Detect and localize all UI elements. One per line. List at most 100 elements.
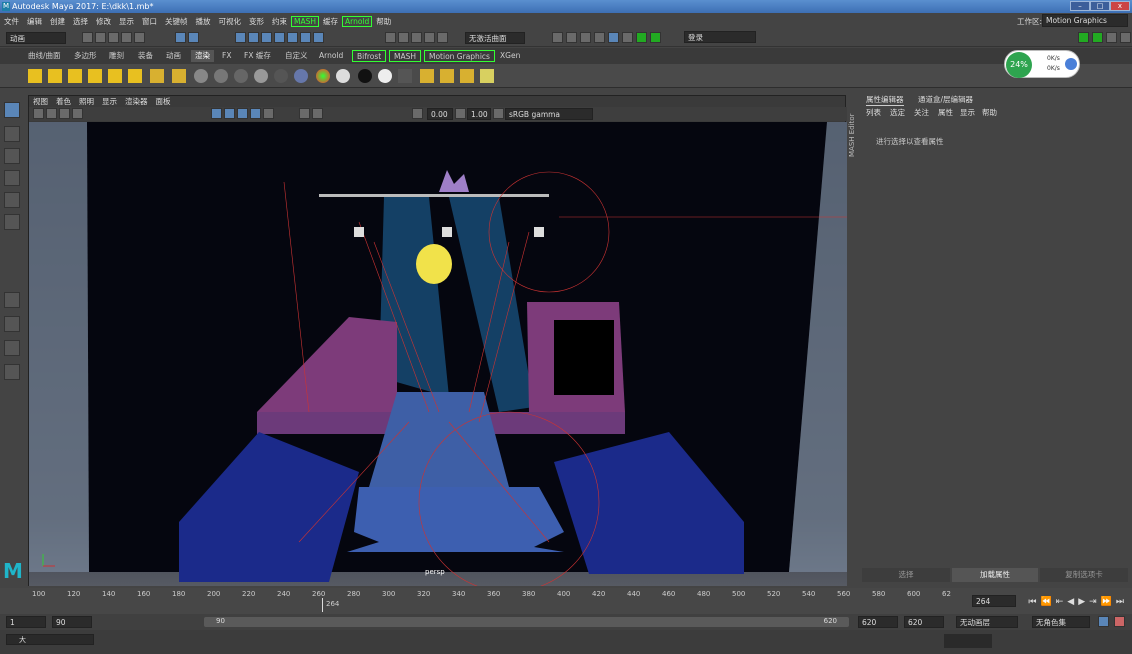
snap-misc-icon[interactable] bbox=[313, 32, 324, 43]
menu-cache[interactable]: 缓存 bbox=[319, 16, 342, 27]
lambert-icon[interactable] bbox=[214, 69, 228, 83]
range-bar[interactable]: 90 620 bbox=[204, 617, 849, 627]
checker-icon[interactable] bbox=[398, 69, 412, 83]
new-scene-icon[interactable] bbox=[82, 32, 93, 43]
camera-attr-icon[interactable] bbox=[46, 108, 57, 119]
undo-icon[interactable] bbox=[121, 32, 132, 43]
area-light-icon[interactable] bbox=[108, 69, 122, 83]
outliner-view-icon[interactable] bbox=[4, 364, 20, 380]
snap-grid-icon[interactable] bbox=[235, 32, 246, 43]
color-space-select[interactable]: sRGB gamma bbox=[505, 108, 593, 120]
color-manage-icon[interactable] bbox=[493, 108, 504, 119]
attr-menu-selected[interactable]: 选定 bbox=[890, 107, 905, 118]
render-settings-icon[interactable] bbox=[594, 32, 605, 43]
shelf-tab-poly[interactable]: 多边形 bbox=[70, 50, 101, 62]
ipr-render-icon[interactable] bbox=[580, 32, 591, 43]
lasso-tool-icon[interactable] bbox=[4, 126, 20, 142]
menu-arnold[interactable]: Arnold bbox=[342, 15, 373, 27]
scale-tool-icon[interactable] bbox=[4, 214, 20, 230]
move-tool-icon[interactable] bbox=[4, 170, 20, 186]
directional-light-icon[interactable] bbox=[48, 69, 62, 83]
shelf-tab-rigging[interactable]: 装备 bbox=[134, 50, 157, 62]
workspace-select[interactable]: Motion Graphics bbox=[1042, 14, 1128, 27]
menu-key[interactable]: 关键帧 bbox=[161, 16, 192, 27]
character-set-select[interactable]: 无角色集 bbox=[1032, 616, 1090, 628]
channel-box-icon[interactable] bbox=[1120, 32, 1131, 43]
help-line-icon[interactable] bbox=[944, 634, 992, 648]
go-to-end-icon[interactable]: ⏭ bbox=[1116, 597, 1124, 607]
render-current-icon[interactable] bbox=[566, 32, 577, 43]
spot-light-icon[interactable] bbox=[88, 69, 102, 83]
attr-menu-focus[interactable]: 关注 bbox=[914, 107, 929, 118]
attr-menu-show[interactable]: 显示 bbox=[960, 107, 975, 118]
anisotropic-icon[interactable] bbox=[274, 69, 288, 83]
panel-menu-show[interactable]: 显示 bbox=[98, 96, 121, 107]
xray-icon[interactable] bbox=[299, 108, 310, 119]
mash-editor-tab[interactable]: MASH Editor bbox=[848, 95, 858, 175]
copy-tab-button[interactable]: 复制选项卡 bbox=[1040, 568, 1128, 582]
menu-create[interactable]: 创建 bbox=[46, 16, 69, 27]
output-ops-icon[interactable] bbox=[424, 32, 435, 43]
select-button[interactable]: 选择 bbox=[862, 568, 950, 582]
ramp-shader-icon[interactable] bbox=[316, 69, 330, 83]
redo-icon[interactable] bbox=[134, 32, 145, 43]
channel-toggle-icon[interactable] bbox=[636, 32, 647, 43]
panel-menu-lighting[interactable]: 照明 bbox=[75, 96, 98, 107]
panel-menu-view[interactable]: 视图 bbox=[29, 96, 52, 107]
tab-channel-box[interactable]: 通道盒/层编辑器 bbox=[918, 94, 973, 105]
ipr-shelf-icon[interactable] bbox=[460, 69, 474, 83]
shelf-tab-bifrost[interactable]: Bifrost bbox=[352, 50, 387, 62]
shelf-tab-sculpt[interactable]: 雕刻 bbox=[105, 50, 128, 62]
play-forward-icon[interactable]: ▶ bbox=[1078, 597, 1085, 607]
shelf-tab-fxcache[interactable]: FX 缓存 bbox=[240, 50, 275, 62]
shelf-tab-xgen[interactable]: XGen bbox=[496, 50, 524, 62]
scene-end-field[interactable]: 620 bbox=[904, 616, 944, 628]
modeling-toolkit-icon[interactable] bbox=[1078, 32, 1089, 43]
panel-menu-panels[interactable]: 面板 bbox=[152, 96, 175, 107]
tab-attribute-editor[interactable]: 属性编辑器 bbox=[866, 94, 904, 106]
shelf-tab-anim[interactable]: 动画 bbox=[162, 50, 185, 62]
step-forward-frame-icon[interactable]: ⇥ bbox=[1089, 597, 1097, 607]
menu-select[interactable]: 选择 bbox=[69, 16, 92, 27]
point-light-icon[interactable] bbox=[68, 69, 82, 83]
time-slider[interactable]: 100 120 140 160 180 200 220 240 260 280 … bbox=[0, 588, 1132, 614]
scene-start-field[interactable]: 1 bbox=[6, 616, 46, 628]
wireframe-icon[interactable] bbox=[211, 108, 222, 119]
exposure-icon[interactable] bbox=[412, 108, 423, 119]
menu-visualize[interactable]: 可视化 bbox=[215, 16, 246, 27]
menuset-select[interactable]: 动画 bbox=[6, 32, 66, 44]
login-button[interactable]: 登录 bbox=[684, 31, 756, 43]
render-layer-icon[interactable] bbox=[420, 69, 434, 83]
menu-modify[interactable]: 修改 bbox=[92, 16, 115, 27]
maximize-button[interactable]: □ bbox=[1090, 1, 1110, 11]
image-plane-icon[interactable] bbox=[72, 108, 83, 119]
phongE-icon[interactable] bbox=[254, 69, 268, 83]
menu-display[interactable]: 显示 bbox=[115, 16, 138, 27]
menu-edit[interactable]: 编辑 bbox=[23, 16, 46, 27]
live-surface-field[interactable]: 无激活曲面 bbox=[465, 32, 525, 44]
panel-menu-renderer[interactable]: 渲染器 bbox=[121, 96, 152, 107]
mel-mini-window[interactable]: 大 bbox=[6, 634, 94, 645]
render-view-icon[interactable] bbox=[552, 32, 563, 43]
textured-icon[interactable] bbox=[237, 108, 248, 119]
shelf-tab-custom[interactable]: 自定义 bbox=[281, 50, 312, 62]
attribute-editor-toggle-icon[interactable] bbox=[1092, 32, 1103, 43]
snap-live-icon[interactable] bbox=[287, 32, 298, 43]
menu-file[interactable]: 文件 bbox=[0, 16, 23, 27]
smooth-shade-icon[interactable] bbox=[224, 108, 235, 119]
isolate-icon[interactable] bbox=[312, 108, 323, 119]
shelf-tab-arnold[interactable]: Arnold bbox=[315, 50, 347, 62]
menu-help[interactable]: 帮助 bbox=[372, 16, 395, 27]
bookmark-icon[interactable] bbox=[59, 108, 70, 119]
four-view-icon[interactable] bbox=[4, 316, 20, 332]
attr-menu-help[interactable]: 帮助 bbox=[982, 107, 997, 118]
use-lights-icon[interactable] bbox=[250, 108, 261, 119]
history-icon[interactable] bbox=[385, 32, 396, 43]
step-back-frame-icon[interactable]: ⇤ bbox=[1056, 597, 1064, 607]
shelf-tab-fx[interactable]: FX bbox=[218, 50, 235, 62]
snap-curve-icon[interactable] bbox=[248, 32, 259, 43]
attr-menu-list[interactable]: 列表 bbox=[866, 107, 881, 118]
gamma-field[interactable]: 1.00 bbox=[467, 108, 491, 120]
shelf-tab-curves[interactable]: 曲线/曲面 bbox=[24, 50, 65, 62]
shelf-tab-motion-graphics[interactable]: Motion Graphics bbox=[424, 50, 495, 62]
